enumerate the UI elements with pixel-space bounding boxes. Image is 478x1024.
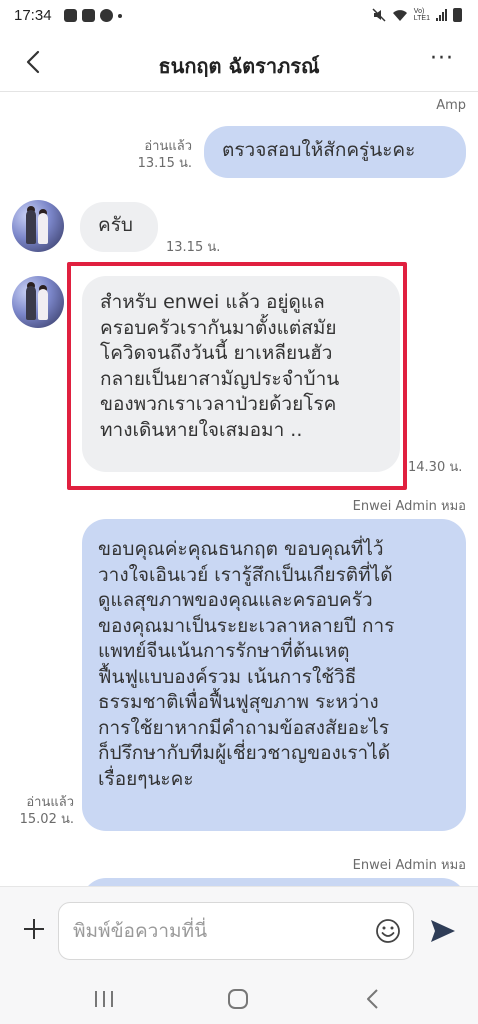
status-bar: 17:34 Vo) LTE1 [0,0,478,34]
gallery-notification-icon [82,9,95,22]
read-status: อ่านแล้ว [26,795,74,810]
system-status-icons: Vo) LTE1 [372,8,462,22]
notification-icons [64,9,122,22]
message-time: 14.30 น. [408,460,463,475]
contact-avatar[interactable] [12,200,64,252]
more-horizontal-icon[interactable]: ··· [426,48,458,76]
message-composer [0,886,478,974]
more-notifications-dot-icon [118,13,122,18]
contact-avatar[interactable] [12,276,64,328]
chat-header: ธนกฤต ฉัตราภรณ์ ··· [0,34,478,92]
mute-icon [372,8,386,22]
message-text: ขอบคุณค่ะคุณธนกฤต ขอบคุณที่ไว้ วางใจเอิน… [98,538,395,790]
send-arrow-icon[interactable] [428,917,458,945]
chat-message-list[interactable]: Amp อ่านแล้ว 13.15 น. ตรวจสอบให้สักครู่น… [0,92,478,886]
home-icon[interactable] [226,987,250,1011]
contact-name-title: ธนกฤต ฉัตราภรณ์ [158,54,320,78]
read-status: อ่านแล้ว [144,139,192,154]
sender-name: Amp [436,98,466,113]
sender-name: Enwei Admin หมอ [352,499,466,514]
line-notification-icon [100,9,113,22]
message-input[interactable] [58,902,414,960]
plus-icon[interactable] [20,915,48,943]
status-time: 17:34 [14,7,52,24]
network-label: Vo) LTE1 [413,8,430,22]
notification-app-icon [64,9,77,22]
signal-icon [436,9,447,21]
smiley-icon[interactable] [374,917,402,945]
message-text: ตรวจสอบให้สักครู่นะคะ [222,139,416,161]
message-time: 13.15 น. [166,240,221,255]
outgoing-message-bubble[interactable]: ขอบคุณค่ะคุณธนกฤต ขอบคุณที่ไว้ วางใจเอิน… [82,519,466,831]
incoming-message-bubble[interactable]: ครับ [80,202,158,252]
nav-back-icon[interactable] [362,986,384,1012]
wifi-icon [392,9,407,21]
battery-icon [453,8,462,22]
message-read-meta: อ่านแล้ว 13.15 น. [112,138,192,172]
outgoing-message-bubble[interactable]: ตรวจสอบให้สักครู่นะคะ [204,126,466,178]
sender-name: Enwei Admin หมอ [352,858,466,873]
recent-apps-icon[interactable] [92,988,116,1010]
message-time: 15.02 น. [19,812,74,827]
system-navigation-bar [0,974,478,1024]
message-text: ครับ [98,214,133,236]
chevron-left-icon[interactable] [18,46,50,78]
highlight-annotation-box [67,262,407,490]
outgoing-message-bubble[interactable] [82,878,466,886]
message-time: 13.15 น. [137,156,192,171]
message-read-meta: อ่านแล้ว 15.02 น. [4,794,74,828]
